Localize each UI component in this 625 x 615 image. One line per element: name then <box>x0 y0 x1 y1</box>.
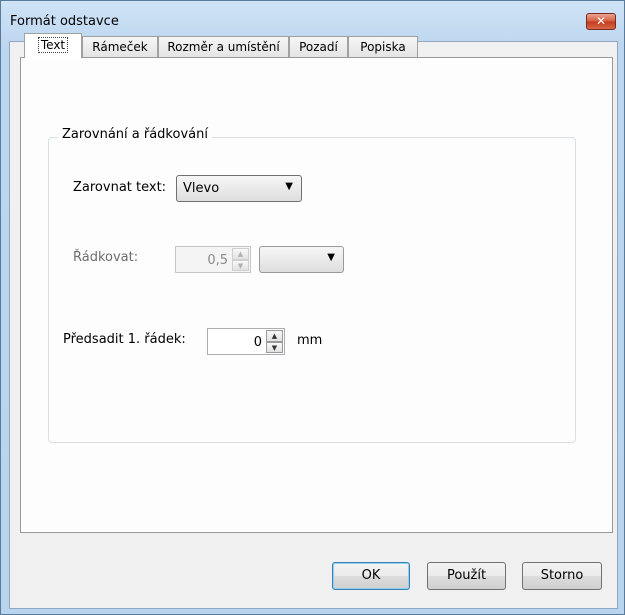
align-text-label: Zarovnat text: <box>73 180 167 195</box>
group-title: Zarovnání a řádkování <box>58 127 212 142</box>
tab-label: Rámeček <box>92 40 148 54</box>
line-spacing-stepper: 0,5 ▲ ▼ <box>175 246 251 273</box>
close-button[interactable]: ✕ <box>586 13 616 30</box>
indent-stepper[interactable]: 0 ▲ ▼ <box>207 328 285 355</box>
chevron-down-icon: ▼ <box>285 181 293 192</box>
tab-label: Popiska <box>360 40 406 54</box>
align-text-value: Vlevo <box>183 181 220 196</box>
align-text-select[interactable]: Vlevo ▼ <box>176 175 302 202</box>
tab-label: Rozměr a umístění <box>167 40 280 54</box>
spin-down-icon: ▼ <box>232 259 249 271</box>
indent-label: Předsadit 1. řádek: <box>63 332 186 347</box>
line-spacing-value: 0,5 <box>207 253 228 268</box>
line-spacing-label: Řádkovat: <box>73 250 139 265</box>
window-title: Formát odstavce <box>10 14 119 29</box>
apply-button[interactable]: Použít <box>427 562 506 590</box>
indent-unit: mm <box>297 333 323 348</box>
tab-size-position[interactable]: Rozměr a umístění <box>158 36 289 57</box>
chevron-down-icon: ▼ <box>327 252 335 263</box>
spin-up-icon: ▲ <box>232 248 249 260</box>
spin-down-icon[interactable]: ▼ <box>266 341 283 353</box>
tab-frame[interactable]: Rámeček <box>82 36 158 57</box>
spin-up-icon[interactable]: ▲ <box>266 330 283 342</box>
cancel-button[interactable]: Storno <box>522 562 602 590</box>
tab-caption[interactable]: Popiska <box>348 36 418 57</box>
line-spacing-unit-select: ▼ <box>259 246 344 273</box>
tab-label: Text <box>37 37 69 53</box>
indent-value: 0 <box>253 335 262 350</box>
tab-label: Pozadí <box>299 40 338 54</box>
tab-text[interactable]: Text <box>24 33 82 58</box>
tab-background[interactable]: Pozadí <box>289 36 348 57</box>
ok-button[interactable]: OK <box>332 562 410 590</box>
